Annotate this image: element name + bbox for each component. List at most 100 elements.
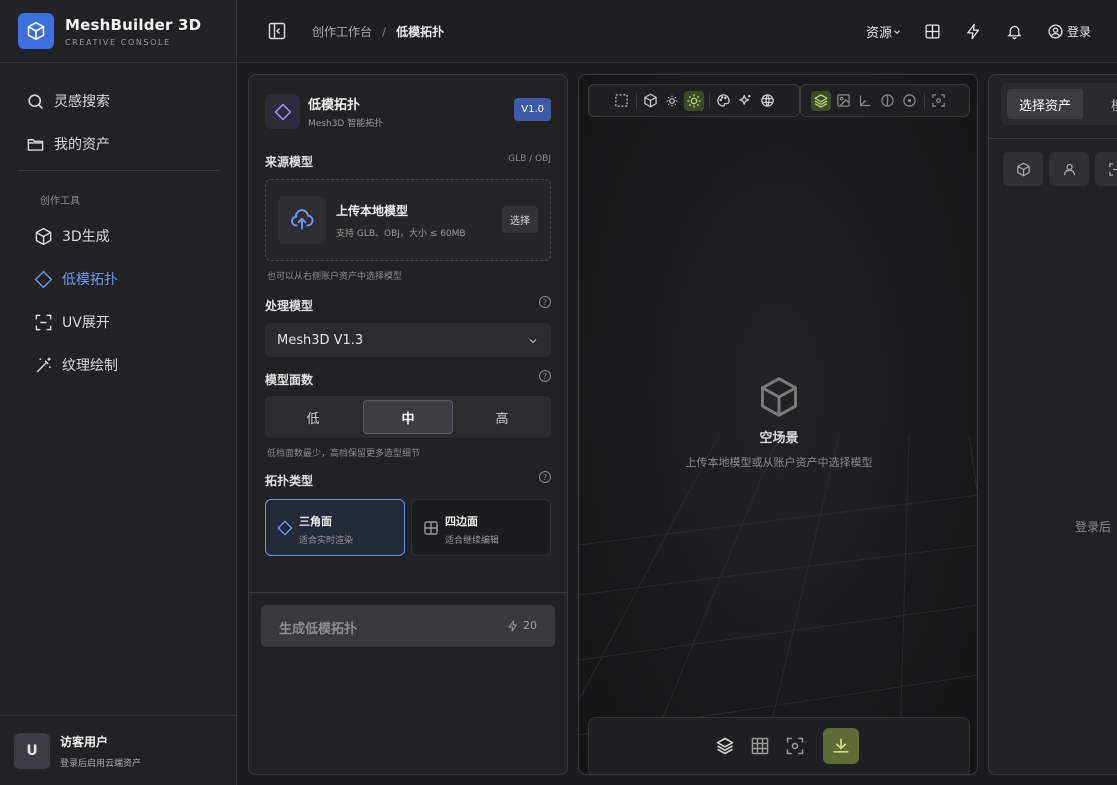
notifications-button[interactable] — [1006, 23, 1023, 40]
user-name: 访客用户 — [60, 734, 109, 749]
dashed-square-icon — [614, 94, 628, 107]
face-count-hint: 低档面数最少，高档保留更多造型细节 — [267, 449, 421, 459]
generate-low-poly-button[interactable]: 生成低模拓扑 20 — [261, 605, 555, 647]
help-icon[interactable]: ? — [539, 471, 551, 483]
assets-divider — [989, 138, 1117, 139]
empty-state: 空场景 上传本地模型或从账户资产中选择模型 — [579, 375, 977, 470]
cloud-upload-icon — [278, 196, 326, 244]
sparkles-icon — [738, 94, 750, 105]
uv-frame-icon — [35, 314, 52, 330]
breadcrumb-separator: / — [382, 24, 387, 39]
generate-label: 生成低模拓扑 — [279, 622, 358, 637]
sidebar-item-uv-unwrap[interactable]: UV展开 — [34, 308, 110, 336]
topology-option-quad[interactable]: 四边面 适合继续编辑 — [411, 499, 551, 556]
sidebar-item-label: 纹理绘制 — [62, 358, 118, 374]
layers-mode-button[interactable] — [811, 90, 831, 111]
choose-file-button[interactable]: 选择 — [502, 206, 538, 233]
sidebar-item-search[interactable]: 灵感搜索 — [26, 87, 110, 115]
sidebar-item-label: 低模拓扑 — [62, 272, 118, 288]
grid-icon — [751, 737, 769, 755]
tab-select-assets[interactable]: 选择资产 — [1007, 89, 1084, 119]
bell-icon — [1007, 25, 1022, 40]
avatar: U — [14, 732, 50, 769]
resources-menu[interactable]: 资源 — [866, 22, 902, 41]
topology-type-label: 拓扑类型 — [265, 474, 314, 488]
face-option-high[interactable]: 高 — [457, 400, 547, 434]
cube-icon — [1016, 162, 1030, 176]
collapse-sidebar-button[interactable] — [267, 21, 287, 41]
axis-mode-button[interactable] — [855, 91, 875, 111]
normal-mode-button[interactable] — [877, 91, 897, 111]
low-poly-config-panel: 低模拓扑 Mesh3D 智能拓扑 V1.0 来源模型 GLB / OBJ 上传本… — [248, 74, 568, 775]
magic-wand-icon — [36, 357, 51, 372]
cube-icon — [643, 93, 657, 108]
help-icon[interactable]: ? — [539, 370, 551, 382]
topology-option-title: 四边面 — [445, 515, 478, 528]
face-option-medium[interactable]: 中 — [363, 400, 453, 434]
sidebar-item-low-poly[interactable]: 低模拓扑 — [34, 265, 118, 293]
lightning-icon — [508, 620, 517, 631]
sidebar-section-title: 创作工具 — [40, 196, 80, 207]
layers-button[interactable] — [715, 736, 735, 756]
globe-icon — [760, 94, 774, 107]
image-mode-button[interactable] — [833, 91, 853, 111]
brand-subtitle: CREATIVE CONSOLE — [65, 37, 171, 47]
download-icon — [833, 738, 849, 753]
select-box-button[interactable] — [611, 91, 631, 111]
sun-small-icon — [666, 95, 678, 106]
face-option-low[interactable]: 低 — [268, 400, 358, 434]
version-badge: V1.0 — [514, 98, 551, 121]
user-card[interactable]: U 访客用户 登录后启用云端资产 — [0, 715, 237, 785]
topology-option-triangle[interactable]: 三角面 适合实时渲染 — [265, 499, 405, 556]
light-small-button[interactable] — [662, 91, 682, 111]
target-mode-button[interactable] — [899, 91, 919, 111]
environment-button[interactable] — [757, 91, 777, 111]
sidebar-divider — [18, 170, 220, 171]
login-button[interactable]: 登录 — [1047, 23, 1091, 40]
assets-tabs: 选择资产 模型 — [1001, 83, 1117, 125]
sun-icon — [687, 93, 701, 108]
capture-button[interactable] — [785, 736, 805, 756]
grid-button[interactable] — [924, 23, 941, 40]
effects-button[interactable] — [735, 91, 755, 111]
sidebar: MeshBuilder 3D CREATIVE CONSOLE 灵感搜索 我的资… — [0, 0, 237, 785]
download-button[interactable] — [823, 728, 859, 764]
sidebar-item-3d-generate[interactable]: 3D生成 — [34, 222, 110, 250]
wireframe-grid-button[interactable] — [750, 736, 770, 756]
generate-cost: 20 — [523, 619, 537, 632]
target-icon — [902, 94, 916, 107]
login-label: 登录 — [1066, 25, 1091, 39]
3d-viewport[interactable]: 空场景 上传本地模型或从账户资产中选择模型 — [578, 74, 978, 775]
sidebar-item-my-assets[interactable]: 我的资产 — [26, 130, 110, 158]
sidebar-item-label: 3D生成 — [62, 229, 110, 245]
palette-button[interactable] — [713, 91, 733, 111]
layers-icon — [716, 737, 734, 755]
brand-name: MeshBuilder 3D — [65, 15, 202, 34]
help-icon[interactable]: ? — [539, 296, 551, 308]
model-view-button[interactable] — [640, 91, 660, 111]
focus-frame-icon — [931, 94, 945, 107]
tab-models[interactable]: 模型 — [1099, 89, 1117, 119]
light-main-button[interactable] — [684, 90, 704, 111]
breadcrumb-workspace[interactable]: 创作工作台 — [312, 23, 372, 40]
half-circle-icon — [880, 94, 894, 107]
upload-dropzone[interactable]: 上传本地模型 支持 GLB、OBJ，大小 ≤ 60MB 选择 — [265, 179, 551, 261]
filter-characters-button[interactable] — [1049, 152, 1089, 186]
axis-icon — [859, 95, 870, 107]
user-hint: 登录后启用云端资产 — [60, 758, 142, 769]
topology-option-title: 三角面 — [299, 515, 332, 528]
topology-option-sub: 适合实时渲染 — [299, 536, 354, 546]
model-select-value: Mesh3D V1.3 — [277, 332, 364, 348]
filter-models-button[interactable] — [1003, 152, 1043, 186]
source-model-label: 来源模型 — [265, 155, 314, 169]
filter-uv-button[interactable] — [1095, 152, 1117, 186]
panel-diamond-icon — [265, 94, 300, 129]
sidebar-item-texture-paint[interactable]: 纹理绘制 — [34, 351, 118, 379]
lightning-button[interactable] — [965, 23, 982, 40]
model-select[interactable]: Mesh3D V1.3 — [265, 323, 551, 357]
face-count-segmented: 低 中 高 — [265, 396, 551, 438]
panel-title: 低模拓扑 — [308, 98, 361, 113]
focus-button[interactable] — [928, 91, 948, 111]
chevron-down-icon — [529, 339, 537, 344]
search-icon — [28, 93, 44, 109]
